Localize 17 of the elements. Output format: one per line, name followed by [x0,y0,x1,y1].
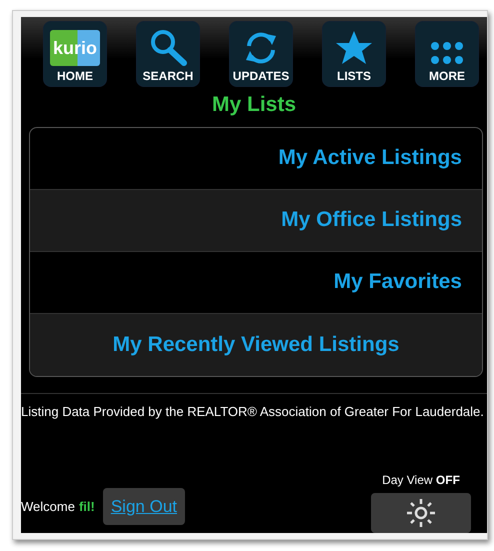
page-title: My Lists [210,92,298,118]
search-tab[interactable]: SEARCH [136,21,200,87]
disclaimer-text: Listing Data Provided by the REALTOR® Association of Greater For Lauderdale. [21,392,487,421]
dots-grid-icon [429,40,465,66]
lists-tab[interactable]: LISTS [322,21,386,87]
search-icon [148,28,188,66]
sun-icon [406,498,436,528]
day-view-button[interactable] [371,493,471,533]
day-view-label: Day View OFF [382,472,460,489]
user-name: fil! [78,498,95,516]
list-item[interactable]: My Office Listings [30,190,482,252]
more-tab[interactable]: MORE [415,21,479,87]
list-item[interactable]: My Recently Viewed Listings [30,314,482,376]
sign-out-link[interactable]: Sign Out [102,488,185,525]
welcome-text: Welcome [21,498,75,516]
star-icon [335,30,373,66]
updates-tab[interactable]: UPDATES [229,21,293,87]
